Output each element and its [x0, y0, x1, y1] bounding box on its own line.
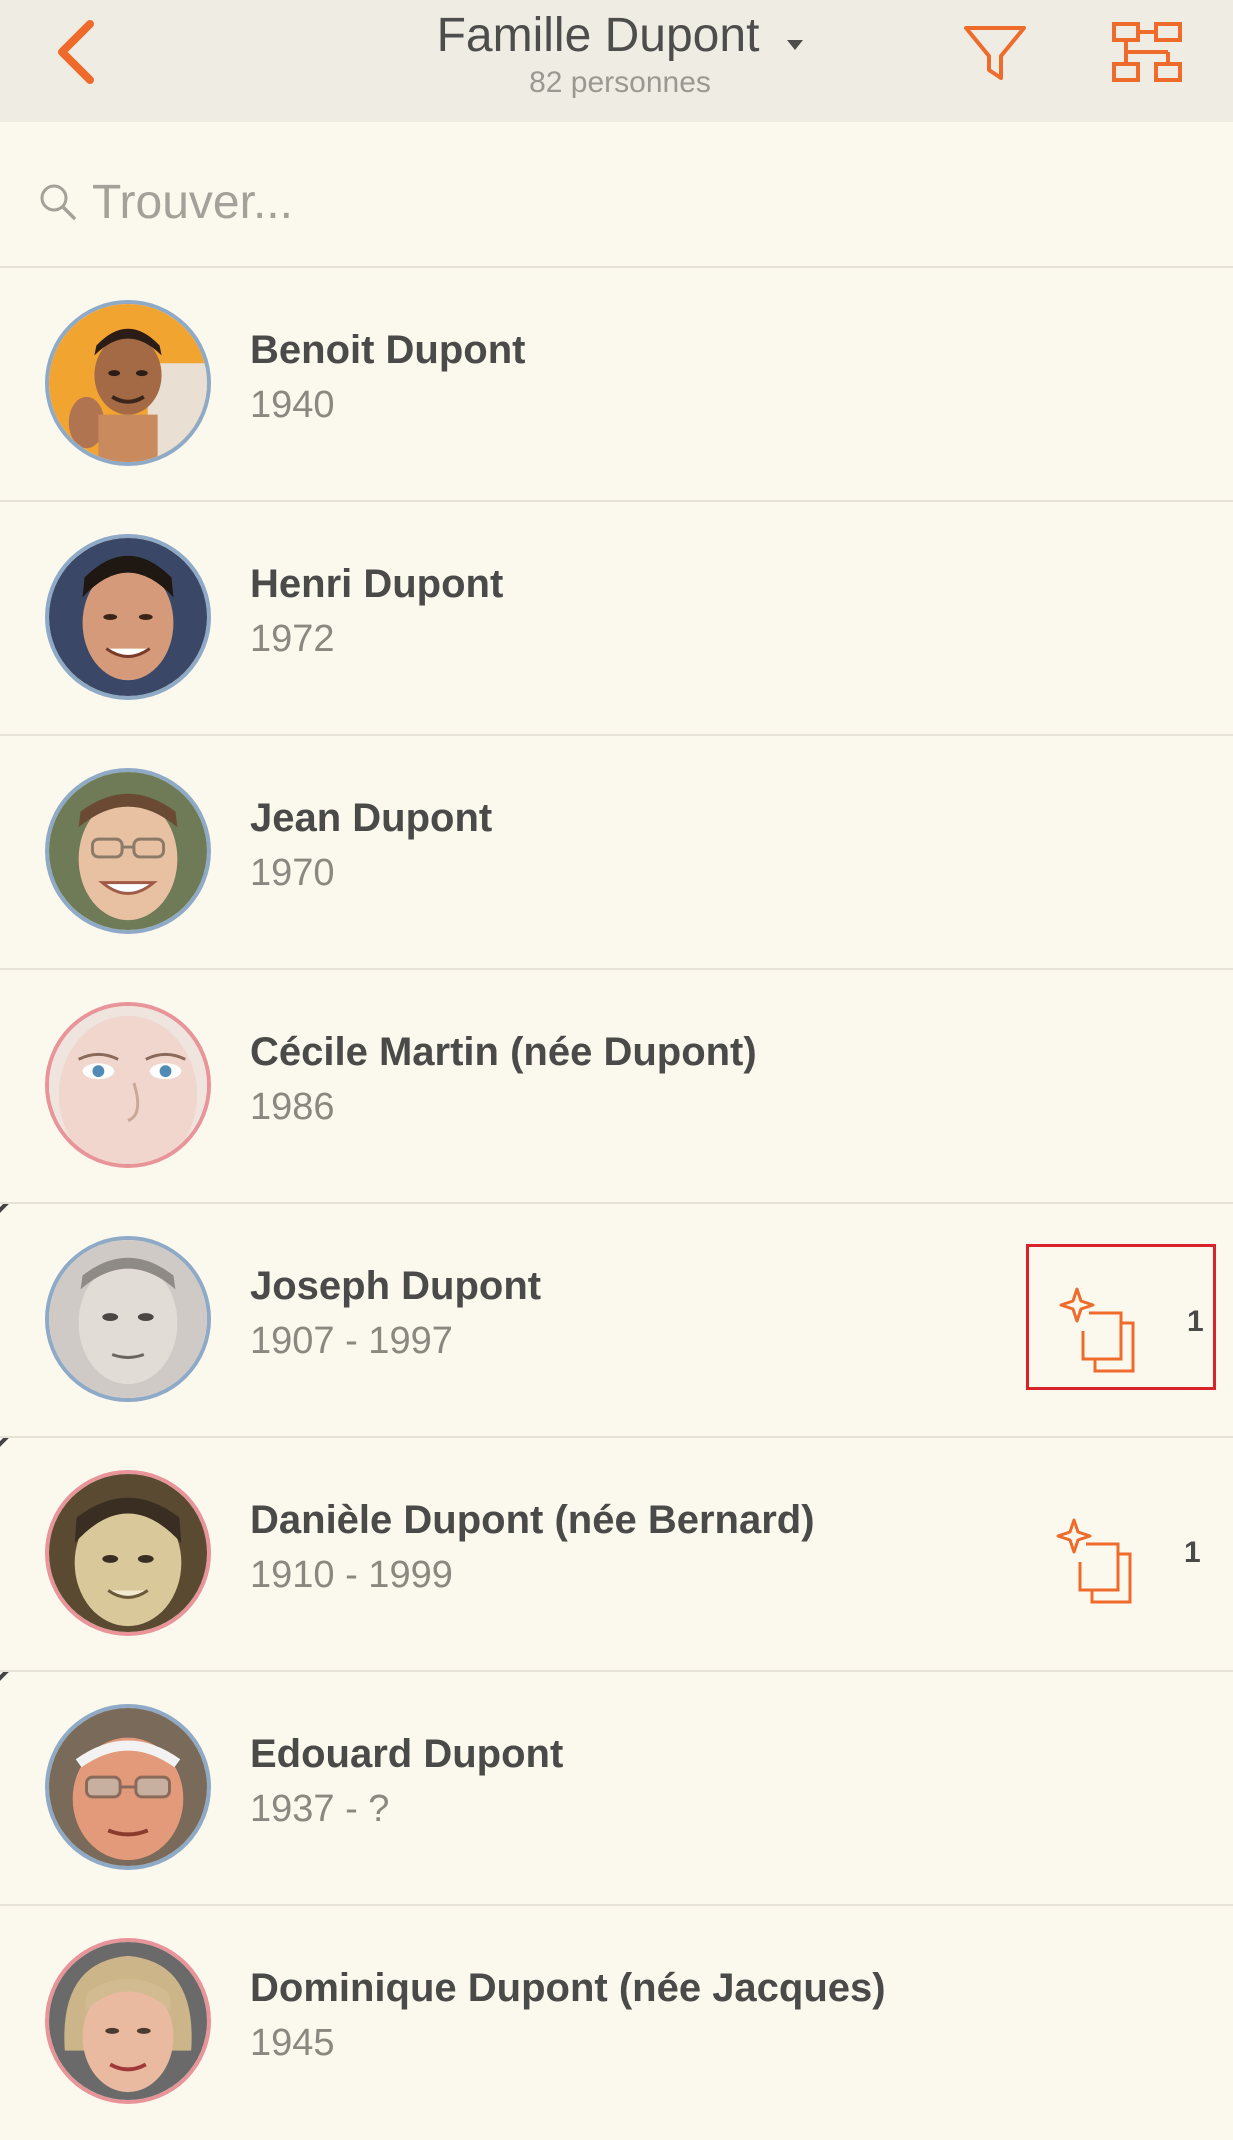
avatar — [45, 300, 211, 466]
filter-icon — [964, 26, 1026, 80]
deceased-marker — [0, 1672, 41, 1690]
person-name: Jean Dupont — [250, 796, 493, 840]
person-name: Edouard Dupont — [250, 1732, 564, 1776]
person-years: 1907 - 1997 — [250, 1320, 453, 1362]
person-list: Benoit Dupont 1940 Henri Dupont 1972 Jea… — [0, 268, 1233, 2140]
hint-count: 1 — [1187, 1305, 1204, 1338]
person-count: 82 personnes — [529, 66, 711, 99]
person-name: Joseph Dupont — [250, 1264, 542, 1308]
search-icon — [40, 184, 76, 220]
back-button[interactable] — [48, 18, 108, 88]
avatar — [45, 1470, 211, 1636]
deceased-marker — [0, 1438, 41, 1456]
page-title: Famille Dupont — [436, 9, 760, 62]
person-row[interactable]: Joseph Dupont 1907 - 1997 1 — [0, 1204, 1233, 1438]
person-row[interactable]: Benoit Dupont 1940 — [0, 268, 1233, 502]
hint-count: 1 — [1184, 1536, 1201, 1569]
person-years: 1937 - ? — [250, 1788, 390, 1830]
person-row[interactable]: Jean Dupont 1970 — [0, 736, 1233, 970]
person-name: Dominique Dupont (née Jacques) — [250, 1966, 886, 2010]
tree-view-icon — [1112, 22, 1182, 82]
search-input[interactable] — [92, 162, 1192, 242]
person-row[interactable]: Dominique Dupont (née Jacques) 1945 — [0, 1906, 1233, 2140]
record-hint-button[interactable]: 1 — [1026, 1244, 1216, 1390]
person-years: 1970 — [250, 852, 335, 894]
avatar — [45, 1938, 211, 2104]
person-years: 1972 — [250, 618, 335, 660]
person-years: 1910 - 1999 — [250, 1554, 453, 1596]
person-row[interactable]: Danièle Dupont (née Bernard) 1910 - 1999… — [0, 1438, 1233, 1672]
person-years: 1945 — [250, 2022, 335, 2064]
person-name: Cécile Martin (née Dupont) — [250, 1030, 757, 1074]
person-row[interactable]: Henri Dupont 1972 — [0, 502, 1233, 736]
person-row[interactable]: Cécile Martin (née Dupont) 1986 — [0, 970, 1233, 1204]
top-bar: Famille Dupont 82 personnes — [0, 0, 1233, 122]
chevron-left-icon — [58, 20, 94, 84]
avatar — [45, 1002, 211, 1168]
person-row[interactable]: Edouard Dupont 1937 - ? — [0, 1672, 1233, 1906]
person-name: Benoit Dupont — [250, 328, 526, 372]
avatar — [45, 1704, 211, 1870]
avatar — [45, 534, 211, 700]
family-selector[interactable]: Famille Dupont 82 personnes — [300, 8, 940, 108]
tree-view-button[interactable] — [1110, 20, 1186, 86]
record-hint-button[interactable]: 1 — [1026, 1478, 1216, 1624]
avatar — [45, 1236, 211, 1402]
avatar — [45, 768, 211, 934]
filter-button[interactable] — [960, 20, 1030, 86]
deceased-marker — [0, 1204, 41, 1222]
record-hints-icon — [1059, 1287, 1135, 1373]
person-years: 1940 — [250, 384, 335, 426]
search-bar — [0, 122, 1233, 268]
caret-down-icon — [787, 39, 804, 50]
record-hints-icon — [1056, 1518, 1132, 1604]
person-years: 1986 — [250, 1086, 335, 1128]
person-name: Danièle Dupont (née Bernard) — [250, 1498, 815, 1542]
person-name: Henri Dupont — [250, 562, 504, 606]
